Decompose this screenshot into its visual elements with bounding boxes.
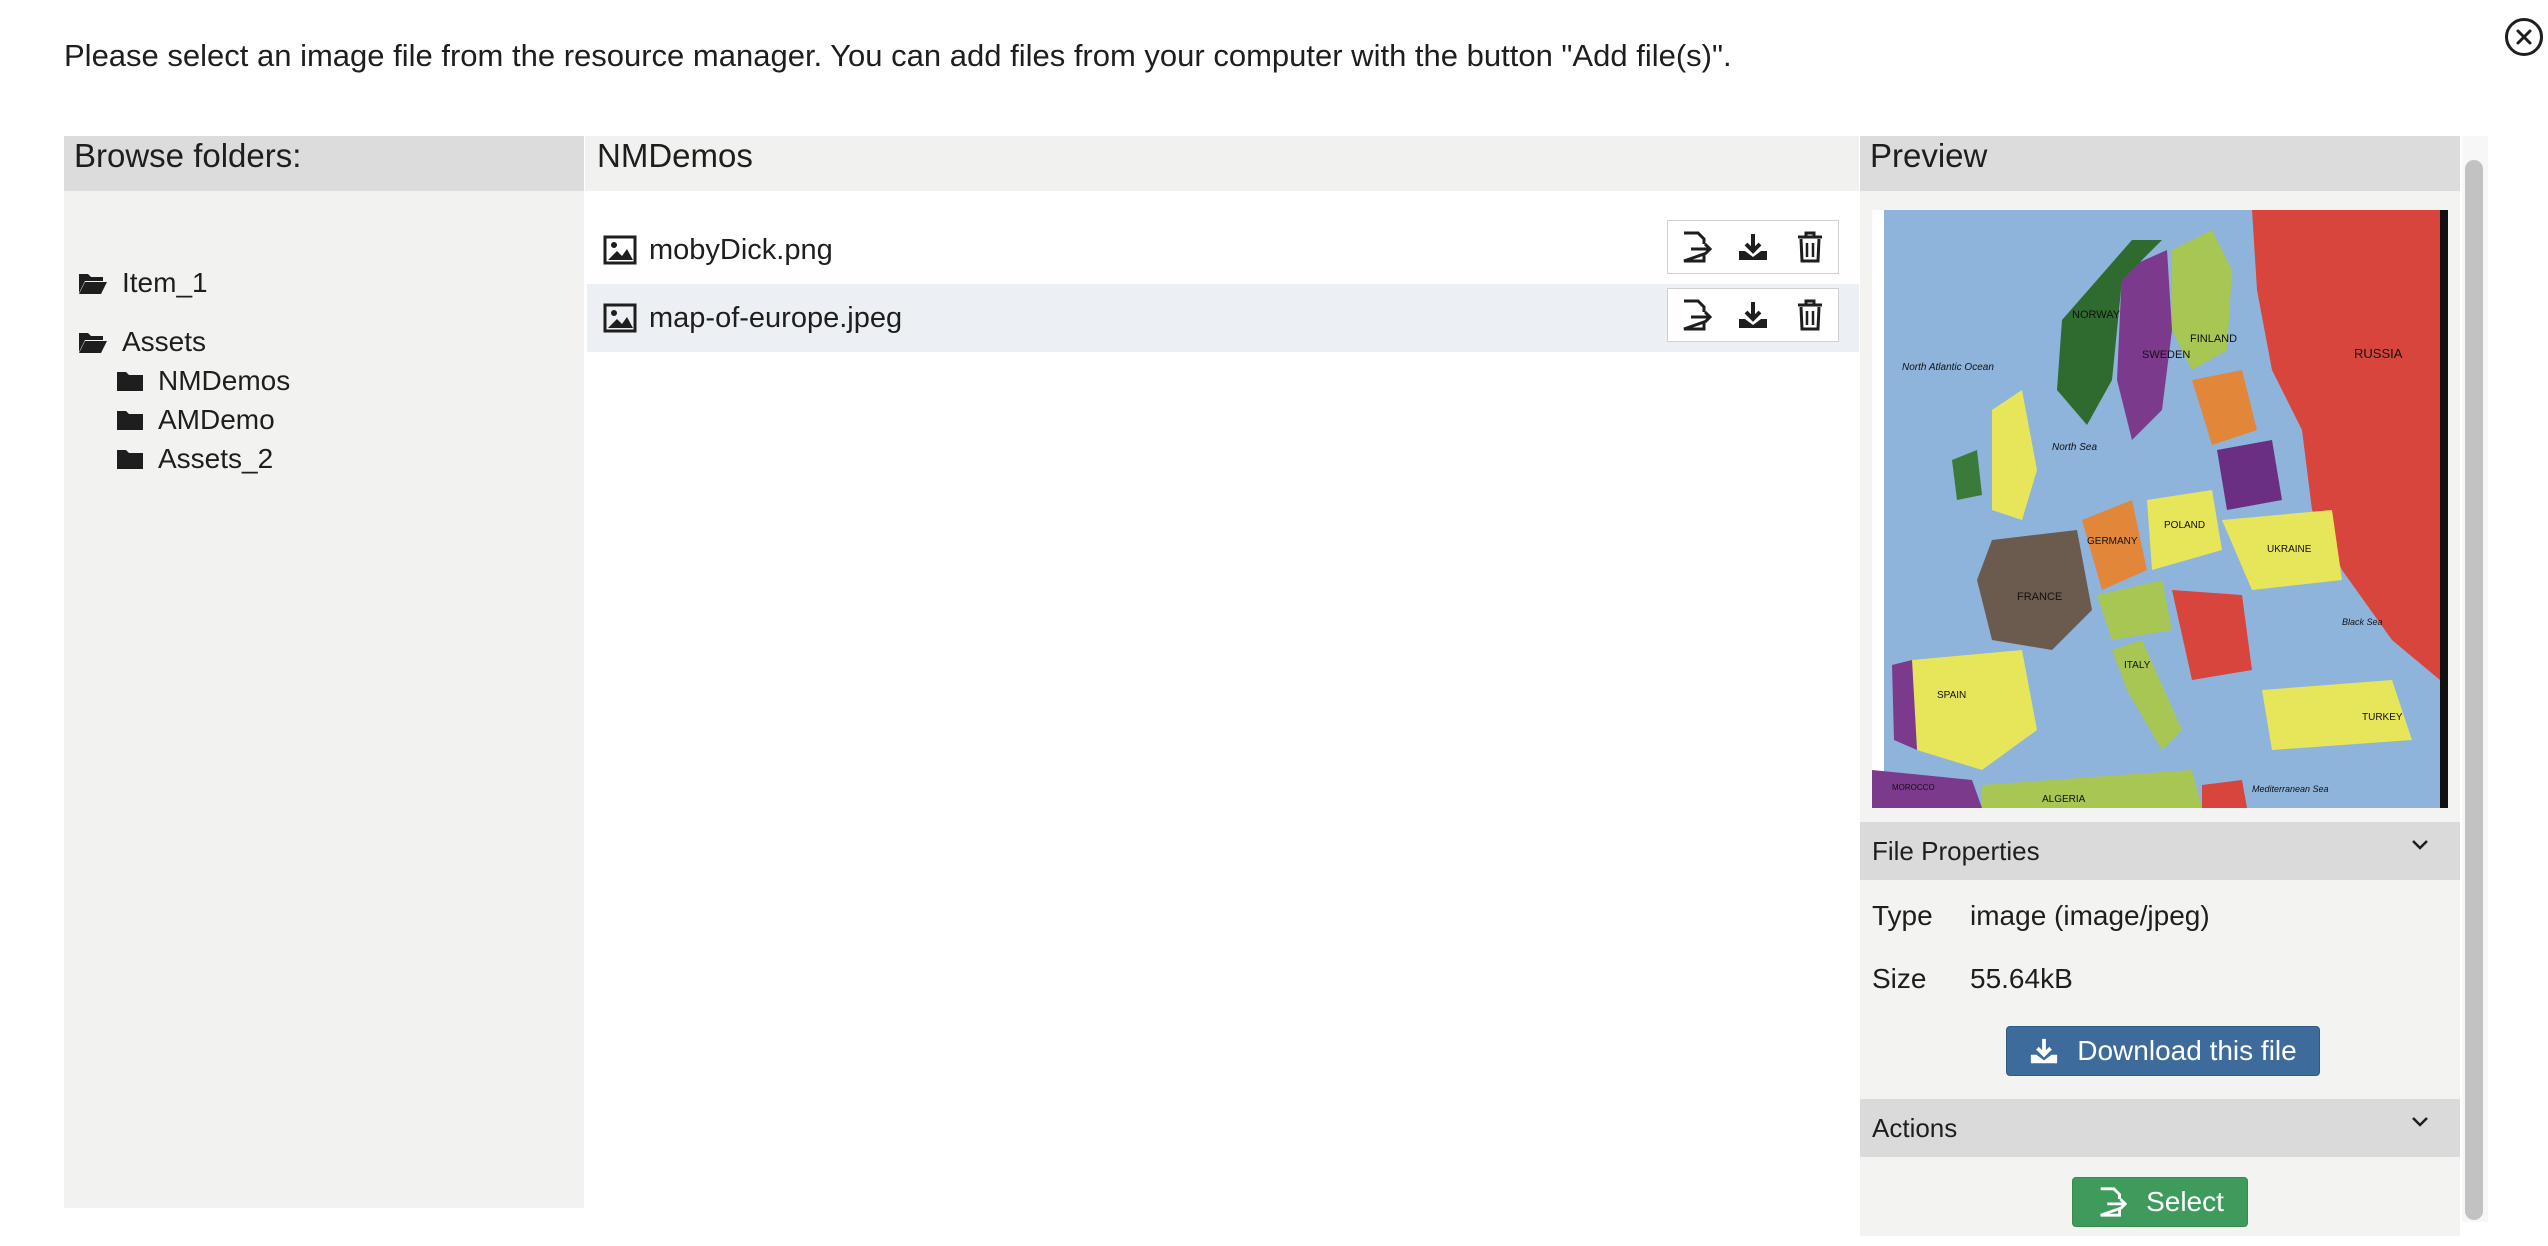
map-label: MOROCCO [1892, 783, 1935, 792]
map-label: RUSSIA [2354, 346, 2403, 361]
prop-type: Type image (image/jpeg) [1872, 900, 2210, 932]
map-preview-image: NORWAY SWEDEN FINLAND RUSSIA North Atlan… [1872, 210, 2448, 808]
folders-pane: Browse folders: Item_1 Assets NMDemos AM… [64, 136, 584, 1208]
select-file-icon [2096, 1186, 2128, 1218]
select-file-icon[interactable] [1676, 227, 1716, 267]
trash-icon[interactable] [1790, 227, 1830, 267]
file-row-selected[interactable]: map-of-europe.jpeg [587, 284, 1859, 352]
map-label: ALGERIA [2042, 794, 2086, 805]
folder-label: AMDemo [158, 404, 275, 435]
preview-scrollbar[interactable] [2462, 136, 2488, 1222]
download-icon[interactable] [1733, 227, 1773, 267]
close-icon[interactable] [2505, 18, 2543, 56]
map-label: ITALY [2124, 660, 2151, 671]
folder-assets-2[interactable]: Assets_2 [116, 443, 273, 475]
folders-header: Browse folders: [64, 136, 584, 191]
folder-label: Item_1 [122, 267, 208, 298]
folder-nmdemos[interactable]: NMDemos [116, 365, 290, 397]
preview-header: Preview [1860, 136, 2460, 191]
file-name: map-of-europe.jpeg [649, 301, 903, 334]
folder-label: Assets [122, 326, 207, 357]
file-properties-title: File Properties [1872, 836, 2040, 866]
map-label: SPAIN [1937, 690, 1966, 701]
chevron-down-icon [2412, 1117, 2428, 1127]
download-file-button[interactable]: Download this file [2006, 1026, 2320, 1076]
files-header: NMDemos [585, 136, 1859, 191]
prop-size-label: Size [1872, 963, 1927, 994]
download-file-label: Download this file [2077, 1035, 2297, 1066]
trash-icon[interactable] [1790, 295, 1830, 335]
file-name: mobyDick.png [649, 233, 833, 266]
map-label: NORWAY [2072, 309, 2121, 321]
map-label: North Atlantic Ocean [1902, 362, 1994, 373]
folder-icon [117, 450, 143, 469]
folder-assets[interactable]: Assets [78, 326, 206, 358]
folder-open-icon [79, 333, 107, 353]
file-row[interactable]: mobyDick.png [587, 216, 1859, 284]
file-actions [1667, 288, 1839, 342]
files-pane: NMDemos mobyDick.png map-of-europe.jpeg [585, 136, 1859, 1208]
map-label: Mediterranean Sea [2252, 784, 2329, 794]
folder-label: Assets_2 [158, 443, 274, 474]
select-file-icon[interactable] [1676, 295, 1716, 335]
map-label: UKRAINE [2267, 544, 2312, 555]
map-label: FRANCE [2017, 591, 2062, 603]
folder-icon [117, 411, 143, 430]
image-file-icon [603, 303, 637, 333]
actions-title: Actions [1872, 1113, 1958, 1143]
file-actions [1667, 220, 1839, 274]
prop-size-value: 55.64kB [1970, 963, 2073, 994]
image-file-icon [603, 235, 637, 265]
map-label: TURKEY [2362, 712, 2403, 723]
file-properties-header[interactable]: File Properties [1860, 822, 2460, 880]
download-icon[interactable] [1733, 295, 1773, 335]
actions-header[interactable]: Actions [1860, 1099, 2460, 1157]
instructions-text: Please select an image file from the res… [64, 38, 1732, 73]
folder-amdemo[interactable]: AMDemo [116, 404, 275, 436]
prop-type-value: image (image/jpeg) [1970, 900, 2210, 931]
map-label: GERMANY [2087, 536, 2138, 547]
europe-map: NORWAY SWEDEN FINLAND RUSSIA North Atlan… [1872, 210, 2440, 808]
map-label: POLAND [2164, 520, 2205, 531]
map-label: SWEDEN [2142, 349, 2190, 361]
map-label: Black Sea [2342, 617, 2383, 627]
folder-item-1[interactable]: Item_1 [78, 267, 208, 299]
prop-type-label: Type [1872, 900, 1933, 931]
select-button[interactable]: Select [2072, 1177, 2248, 1227]
folder-icon [117, 372, 143, 391]
map-label: North Sea [2052, 442, 2097, 453]
scrollbar-thumb[interactable] [2465, 160, 2483, 1220]
map-label: FINLAND [2190, 333, 2237, 345]
chevron-down-icon [2412, 840, 2428, 850]
folder-label: NMDemos [158, 365, 291, 396]
folder-open-icon [79, 274, 107, 294]
download-icon [2029, 1036, 2059, 1066]
preview-pane: Preview NORWAY SWEDEN FINLAND RUSSIA Nor… [1860, 136, 2460, 1236]
select-label: Select [2146, 1186, 2224, 1217]
prop-size: Size 55.64kB [1872, 963, 2073, 995]
